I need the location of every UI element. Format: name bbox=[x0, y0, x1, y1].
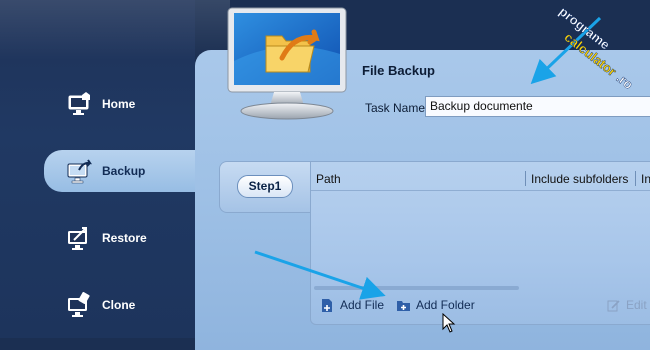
add-folder-label: Add Folder bbox=[416, 298, 475, 312]
sidebar-item-label: Home bbox=[102, 97, 136, 111]
file-backup-monitor-icon bbox=[224, 6, 350, 122]
sidebar-item-label: Backup bbox=[102, 164, 146, 178]
sidebar-item-restore[interactable]: Restore bbox=[44, 217, 195, 259]
backup-monitor-icon bbox=[66, 158, 93, 184]
sidebar-item-clone[interactable]: Clone bbox=[44, 284, 195, 326]
sidebar-shine bbox=[0, 0, 230, 60]
mouse-cursor-icon bbox=[442, 312, 456, 333]
column-divider bbox=[525, 171, 526, 186]
edit-label: Edit bbox=[626, 298, 647, 312]
column-header-partial[interactable]: In bbox=[641, 172, 650, 186]
sidebar-item-backup[interactable]: Backup bbox=[44, 150, 204, 192]
sidebar-item-home[interactable]: Home bbox=[44, 83, 195, 125]
add-folder-icon bbox=[397, 299, 410, 312]
clone-monitor-icon bbox=[66, 292, 92, 318]
table-header: Path Include subfolders In bbox=[311, 168, 650, 191]
page-title: File Backup bbox=[362, 63, 435, 78]
step-label: Step1 bbox=[237, 175, 293, 198]
add-file-icon bbox=[321, 298, 334, 312]
task-name-input[interactable]: Backup documente bbox=[425, 96, 650, 117]
task-name-label: Task Name bbox=[365, 101, 426, 115]
add-folder-button[interactable]: Add Folder bbox=[397, 298, 475, 312]
restore-monitor-icon bbox=[66, 225, 92, 251]
sidebar: Home Backup Restore Clone bbox=[0, 0, 230, 338]
home-monitor-icon bbox=[66, 91, 92, 117]
sidebar-item-label: Clone bbox=[102, 298, 136, 312]
column-header-path[interactable]: Path bbox=[316, 172, 341, 186]
add-file-label: Add File bbox=[340, 298, 385, 312]
column-divider bbox=[635, 171, 636, 186]
edit-button[interactable]: Edit bbox=[607, 298, 647, 312]
svg-text:programe: programe bbox=[556, 4, 612, 53]
add-file-button[interactable]: Add File bbox=[321, 298, 384, 312]
edit-icon bbox=[607, 299, 620, 312]
sidebar-item-label: Restore bbox=[102, 231, 147, 245]
column-header-include-subfolders[interactable]: Include subfolders bbox=[531, 172, 628, 186]
horizontal-scrollbar[interactable] bbox=[314, 286, 519, 290]
